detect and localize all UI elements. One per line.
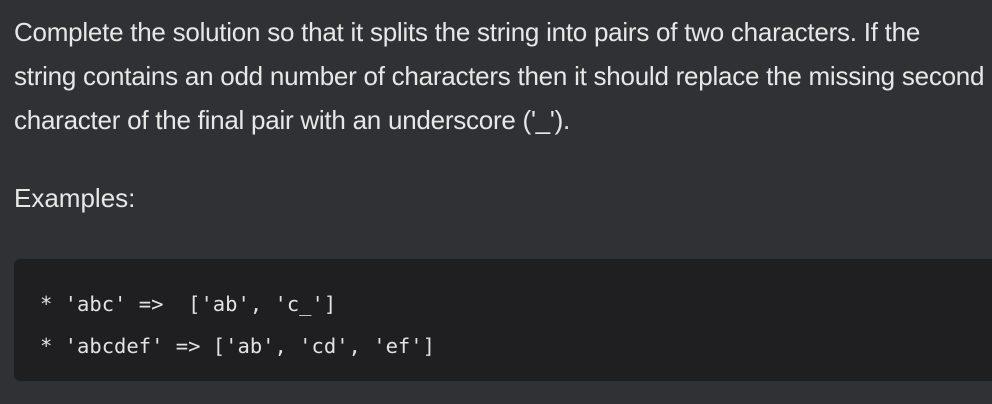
- description-text: Complete the solution so that it splits …: [14, 17, 985, 135]
- kata-description: Complete the solution so that it splits …: [14, 10, 989, 142]
- code-line: * 'abc' => ['ab', 'c_']: [40, 292, 337, 316]
- code-line: * 'abcdef' => ['ab', 'cd', 'ef']: [40, 334, 435, 358]
- examples-code-block: * 'abc' => ['ab', 'c_'] * 'abcdef' => ['…: [14, 259, 992, 381]
- examples-heading: Examples:: [14, 183, 136, 213]
